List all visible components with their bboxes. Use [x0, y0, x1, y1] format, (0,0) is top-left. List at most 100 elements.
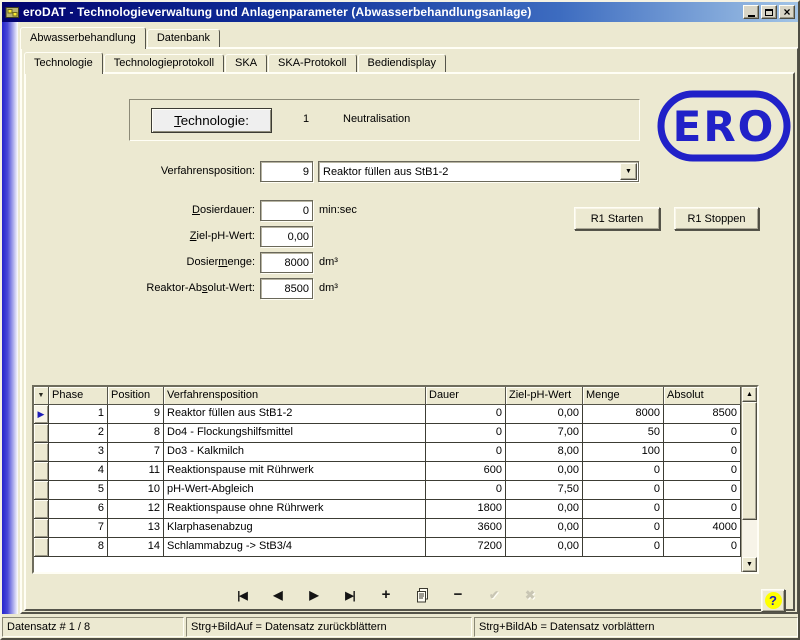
cell-verfahrensposition[interactable]: Schlammabzug -> StB3/4 — [164, 538, 426, 557]
cell-position[interactable]: 7 — [108, 443, 164, 462]
verfahrensposition-combobox[interactable]: Reaktor füllen aus StB1-2 ▼ — [318, 161, 639, 182]
cell-position[interactable]: 10 — [108, 481, 164, 500]
cell-verfahrensposition[interactable]: Reaktionspause ohne Rührwerk — [164, 500, 426, 519]
help-button[interactable]: ? — [761, 589, 785, 612]
cell-dauer[interactable]: 0 — [426, 424, 506, 443]
nav-cancel-button[interactable]: ✖ — [512, 586, 548, 606]
dosiermenge-input[interactable] — [260, 252, 313, 273]
cell-menge[interactable]: 100 — [583, 443, 664, 462]
cell-dauer[interactable]: 600 — [426, 462, 506, 481]
column-header-menge[interactable]: Menge — [583, 387, 664, 405]
scroll-down-button[interactable]: ▼ — [742, 557, 757, 572]
cell-phase[interactable]: 2 — [49, 424, 108, 443]
cell-phase[interactable]: 1 — [49, 405, 108, 424]
dosierdauer-input[interactable] — [260, 200, 313, 221]
table-row[interactable]: 37Do3 - Kalkmilch08,001000 — [34, 443, 741, 462]
subtab-technologieprotokoll[interactable]: Technologieprotokoll — [104, 54, 224, 72]
cell-verfahrensposition[interactable]: Do3 - Kalkmilch — [164, 443, 426, 462]
grid-vertical-scrollbar[interactable]: ▲ ▼ — [741, 387, 757, 572]
cell-phase[interactable]: 5 — [49, 481, 108, 500]
minimize-button[interactable] — [743, 5, 759, 19]
cell-absolut[interactable]: 0 — [664, 481, 741, 500]
tab-datenbank[interactable]: Datenbank — [147, 29, 220, 47]
cell-phase[interactable]: 6 — [49, 500, 108, 519]
cell-dauer[interactable]: 0 — [426, 481, 506, 500]
cell-absolut[interactable]: 0 — [664, 462, 741, 481]
subtab-technologie[interactable]: Technologie — [24, 52, 103, 74]
cell-phase[interactable]: 3 — [49, 443, 108, 462]
cell-dauer[interactable]: 3600 — [426, 519, 506, 538]
cell-ziel-ph-wert[interactable]: 0,00 — [506, 462, 583, 481]
table-row[interactable]: 814Schlammabzug -> StB3/472000,0000 — [34, 538, 741, 557]
cell-menge[interactable]: 0 — [583, 538, 664, 557]
cell-absolut[interactable]: 8500 — [664, 405, 741, 424]
cell-phase[interactable]: 7 — [49, 519, 108, 538]
cell-absolut[interactable]: 0 — [664, 443, 741, 462]
column-header-verfahrensposition[interactable]: Verfahrensposition — [164, 387, 426, 405]
nav-post-button[interactable]: ✔ — [476, 586, 512, 606]
combobox-dropdown-button[interactable]: ▼ — [620, 163, 637, 180]
column-header-position[interactable]: Position — [108, 387, 164, 405]
cell-dauer[interactable]: 0 — [426, 405, 506, 424]
r1-stoppen-button[interactable]: R1 Stoppen — [674, 207, 759, 230]
table-row[interactable]: ▶19Reaktor füllen aus StB1-200,008000850… — [34, 405, 741, 424]
scroll-up-button[interactable]: ▲ — [742, 387, 757, 402]
cell-position[interactable]: 9 — [108, 405, 164, 424]
cell-ziel-ph-wert[interactable]: 7,00 — [506, 424, 583, 443]
table-row[interactable]: 411Reaktionspause mit Rührwerk6000,0000 — [34, 462, 741, 481]
cell-verfahrensposition[interactable]: pH-Wert-Abgleich — [164, 481, 426, 500]
column-header-phase[interactable]: Phase — [49, 387, 108, 405]
cell-menge[interactable]: 0 — [583, 481, 664, 500]
table-row[interactable]: 713Klarphasenabzug36000,0004000 — [34, 519, 741, 538]
cell-ziel-ph-wert[interactable]: 7,50 — [506, 481, 583, 500]
table-row[interactable]: 510pH-Wert-Abgleich07,5000 — [34, 481, 741, 500]
verfahrensposition-input[interactable] — [260, 161, 313, 182]
cell-ziel-ph-wert[interactable]: 8,00 — [506, 443, 583, 462]
column-header-ziel-ph-wert[interactable]: Ziel-pH-Wert — [506, 387, 583, 405]
cell-verfahrensposition[interactable]: Reaktor füllen aus StB1-2 — [164, 405, 426, 424]
cell-verfahrensposition[interactable]: Reaktionspause mit Rührwerk — [164, 462, 426, 481]
column-header-absolut[interactable]: Absolut — [664, 387, 741, 405]
cell-dauer[interactable]: 1800 — [426, 500, 506, 519]
cell-dauer[interactable]: 7200 — [426, 538, 506, 557]
nav-first-button[interactable]: |◀ — [224, 586, 260, 606]
cell-position[interactable]: 14 — [108, 538, 164, 557]
nav-copy-button[interactable] — [404, 586, 440, 606]
reaktor-absolut-wert-input[interactable] — [260, 278, 313, 299]
close-button[interactable]: × — [779, 5, 795, 19]
cell-position[interactable]: 11 — [108, 462, 164, 481]
cell-verfahrensposition[interactable]: Do4 - Flockungshilfsmittel — [164, 424, 426, 443]
cell-ziel-ph-wert[interactable]: 0,00 — [506, 405, 583, 424]
column-header-dauer[interactable]: Dauer — [426, 387, 506, 405]
cell-menge[interactable]: 50 — [583, 424, 664, 443]
subtab-ska-protokoll[interactable]: SKA-Protokoll — [268, 54, 356, 72]
cell-phase[interactable]: 8 — [49, 538, 108, 557]
cell-absolut[interactable]: 0 — [664, 538, 741, 557]
cell-ziel-ph-wert[interactable]: 0,00 — [506, 519, 583, 538]
nav-last-button[interactable]: ▶| — [332, 586, 368, 606]
cell-position[interactable]: 13 — [108, 519, 164, 538]
table-row[interactable]: 612Reaktionspause ohne Rührwerk18000,000… — [34, 500, 741, 519]
nav-prior-button[interactable]: ◀ — [260, 586, 296, 606]
cell-ziel-ph-wert[interactable]: 0,00 — [506, 500, 583, 519]
scrollbar-thumb[interactable] — [742, 402, 757, 520]
technologie-button[interactable]: Technologie: — [151, 108, 272, 133]
cell-phase[interactable]: 4 — [49, 462, 108, 481]
subtab-ska[interactable]: SKA — [225, 54, 267, 72]
cell-absolut[interactable]: 0 — [664, 500, 741, 519]
cell-absolut[interactable]: 4000 — [664, 519, 741, 538]
table-row[interactable]: 28Do4 - Flockungshilfsmittel07,00500 — [34, 424, 741, 443]
maximize-button[interactable] — [761, 5, 777, 19]
cell-menge[interactable]: 0 — [583, 500, 664, 519]
r1-starten-button[interactable]: R1 Starten — [574, 207, 660, 230]
cell-position[interactable]: 8 — [108, 424, 164, 443]
cell-position[interactable]: 12 — [108, 500, 164, 519]
cell-menge[interactable]: 0 — [583, 519, 664, 538]
cell-menge[interactable]: 0 — [583, 462, 664, 481]
subtab-bediendisplay[interactable]: Bediendisplay — [358, 54, 447, 72]
nav-delete-button[interactable]: − — [440, 586, 476, 606]
cell-ziel-ph-wert[interactable]: 0,00 — [506, 538, 583, 557]
nav-insert-button[interactable]: + — [368, 586, 404, 606]
cell-verfahrensposition[interactable]: Klarphasenabzug — [164, 519, 426, 538]
cell-menge[interactable]: 8000 — [583, 405, 664, 424]
